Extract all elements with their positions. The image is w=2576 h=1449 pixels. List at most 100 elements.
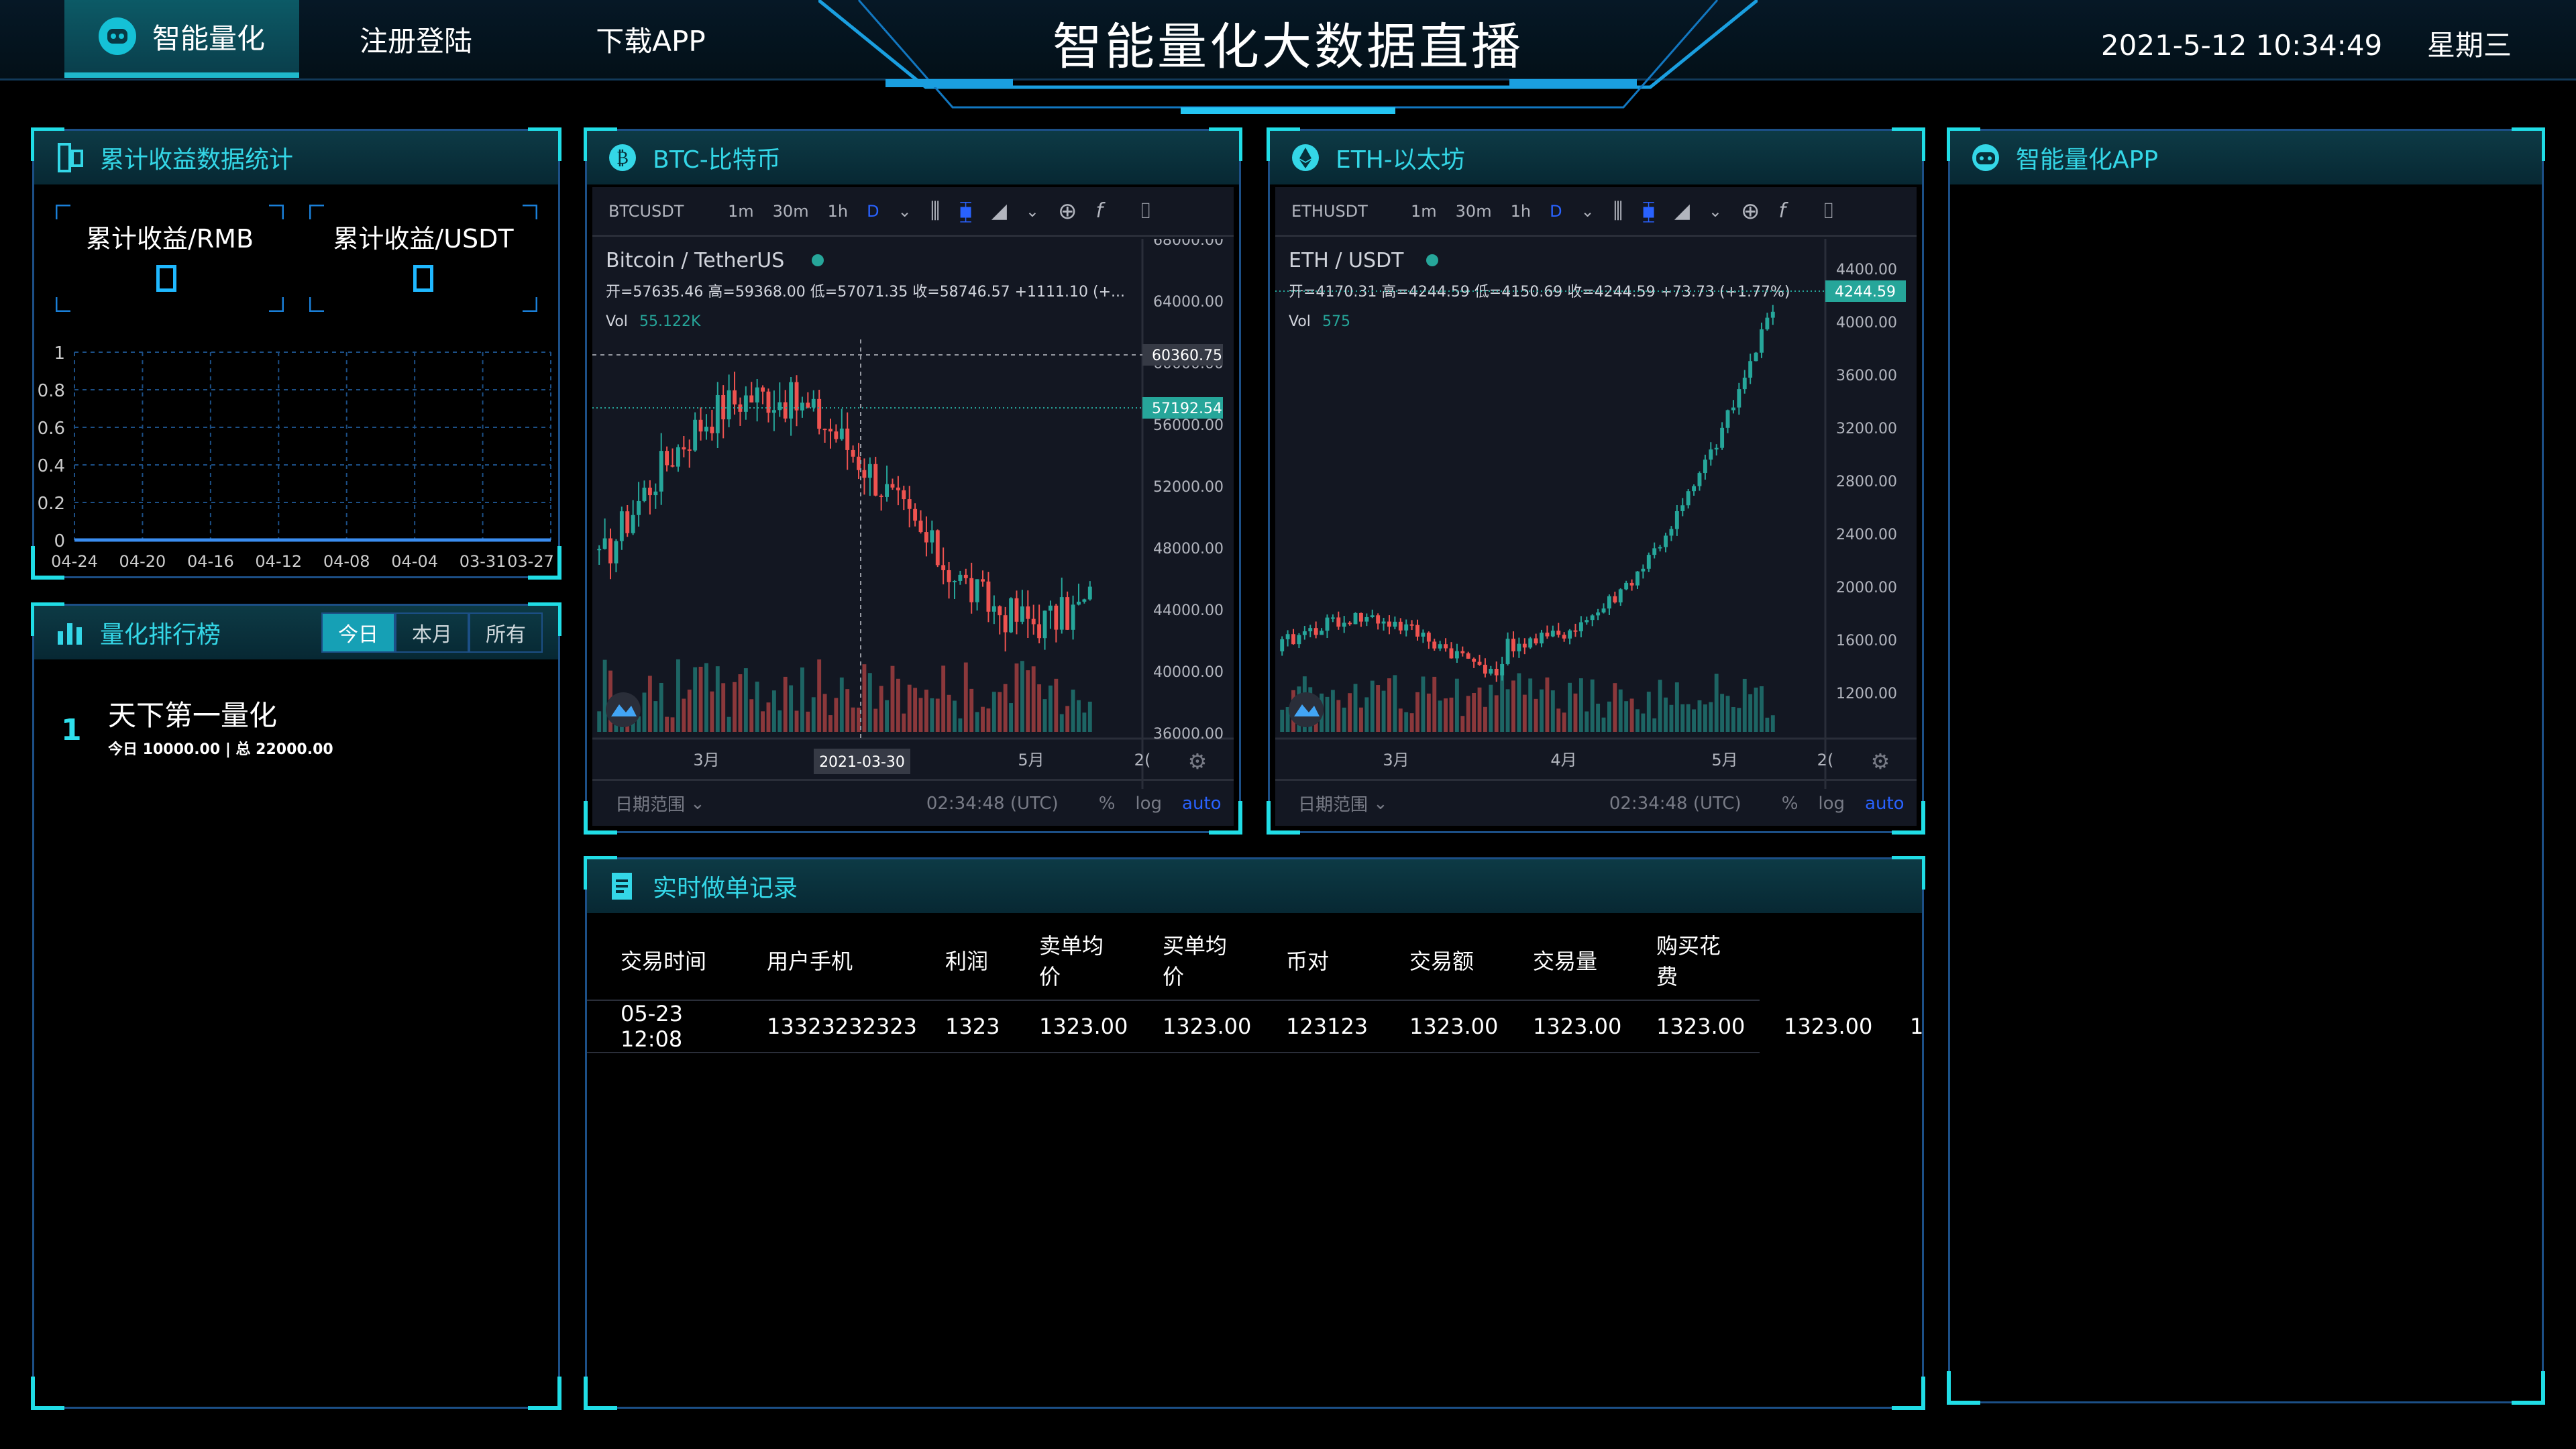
candle-body [958,574,963,581]
eth-interval-1h[interactable]: 1h [1511,202,1531,221]
volume-bar [1613,683,1617,732]
candle-body [839,428,844,439]
chevron-down-icon[interactable]: ⌄ [1709,202,1722,221]
gear-icon[interactable]: ⚙ [1188,749,1208,774]
camera-icon[interactable]: ⌷ [1822,198,1835,224]
btc-interval-d[interactable]: D [867,202,879,221]
eth-auto-toggle[interactable]: auto [1865,794,1904,814]
bar-style-icon[interactable]: ⫼ [930,198,941,224]
candle-body [1003,615,1008,633]
volume-bar [1082,712,1087,732]
volume-bar [749,699,754,732]
candle-body [733,390,737,405]
volume-bar [1421,676,1426,732]
btc-tradingview-widget[interactable]: BTCUSDT 1m 30m 1h D ⌄ ⫼ ⧯ ◢ ⌄ ⊕ f ⌷ 6800… [592,187,1234,826]
eth-panel-title: ETH-以太坊 [1336,146,1465,174]
eth-interval-d[interactable]: D [1550,202,1562,221]
btc-interval-30m[interactable]: 30m [773,202,809,221]
candle-body [687,449,692,451]
time-tick-label: 3月 [693,751,719,769]
bar-style-icon[interactable]: ⫼ [1613,198,1623,224]
volume-bar [991,692,996,732]
candle-body [1071,604,1075,630]
btc-interval-1m[interactable]: 1m [728,202,754,221]
candle-body [1607,596,1611,609]
eth-date-range[interactable]: 日期范围 [1298,791,1368,816]
volume-bar [953,700,957,732]
clock-weekday: 星期三 [2426,29,2512,62]
gear-icon[interactable]: ⚙ [1871,749,1890,774]
price-tick-label: 4000.00 [1836,315,1897,331]
eth-log-toggle[interactable]: log [1818,794,1845,814]
nav-tab-register[interactable]: 注册登陆 [315,0,517,78]
volume-bar [1454,678,1459,732]
btc-symbol[interactable]: BTCUSDT [608,202,709,221]
area-chart-icon[interactable]: ◢ [1674,199,1690,223]
candle-body [998,606,1002,616]
nav-tab-download[interactable]: 下载APP [550,0,751,78]
candle-body [1444,644,1448,649]
chevron-down-icon[interactable]: ⌄ [1373,794,1388,814]
volume-bar [1618,689,1623,732]
candle-body [743,395,748,412]
chevron-down-icon[interactable]: ⌄ [1581,202,1595,221]
volume-bar [811,697,816,732]
rank-list-item[interactable]: 1 天下第一量化 今日 10000.00 | 总 22000.00 [61,693,531,767]
volume-bar [710,691,714,732]
candle-body [981,579,985,582]
btc-percent-toggle[interactable]: % [1099,794,1116,814]
rank-tab-today[interactable]: 今日 [321,612,395,653]
volume-bar [721,683,726,732]
volume-bar [1573,693,1578,732]
volume-bar [1393,675,1397,732]
area-chart-icon[interactable]: ◢ [991,199,1007,223]
nav-tab-home[interactable]: 智能量化 [64,0,299,78]
plus-circle-icon[interactable]: ⊕ [1741,198,1760,225]
candle-body [1477,661,1482,665]
table-row[interactable]: 05-23 12:08 13323232323 1323 1323.00 132… [587,1000,1760,1053]
candle-body [1291,634,1295,645]
candle-body [1692,486,1697,492]
candles-icon[interactable]: ⧯ [1642,198,1655,224]
candles-icon[interactable]: ⧯ [959,198,972,224]
col-pair: 币对 [1286,948,1330,974]
plus-circle-icon[interactable]: ⊕ [1058,198,1077,225]
volume-bar [1748,694,1753,732]
candle-body [1494,668,1499,676]
volume-bar [1048,685,1053,732]
candle-body [766,391,771,413]
eth-interval-1m[interactable]: 1m [1411,202,1437,221]
indicators-icon[interactable]: f [1096,199,1104,223]
volume-bar [602,659,607,732]
candle-body [1646,555,1651,569]
candle-body [1302,631,1307,635]
eth-percent-toggle[interactable]: % [1782,794,1799,814]
chevron-down-icon[interactable]: ⌄ [1026,202,1039,221]
candle-body [1037,624,1042,639]
col-phone: 用户手机 [767,948,853,974]
volume-bar [885,700,890,732]
btc-interval-1h[interactable]: 1h [828,202,848,221]
candle-body [659,451,663,492]
candle-body [1308,628,1313,632]
candle-body [941,565,946,570]
chevron-down-icon[interactable]: ⌄ [898,202,912,221]
btc-date-range[interactable]: 日期范围 [615,791,685,816]
nav-tab-download-label: 下载APP [596,24,706,58]
eth-symbol[interactable]: ETHUSDT [1291,202,1392,221]
btc-auto-toggle[interactable]: auto [1182,794,1222,814]
rank-name: 天下第一量化 [108,699,278,732]
eth-bottom-bar: 日期范围 ⌄ 02:34:48 (UTC) % log auto [1275,779,1917,826]
eth-tradingview-widget[interactable]: ETHUSDT 1m 30m 1h D ⌄ ⫼ ⧯ ◢ ⌄ ⊕ f ⌷ 4400… [1275,187,1917,826]
btc-log-toggle[interactable]: log [1135,794,1162,814]
last-price-label: 57192.54 [1152,400,1222,417]
rank-tab-month[interactable]: 本月 [395,612,469,653]
chevron-down-icon[interactable]: ⌄ [690,794,705,814]
camera-icon[interactable]: ⌷ [1139,198,1152,224]
indicators-icon[interactable]: f [1779,199,1786,223]
candle-body [1754,352,1758,362]
eth-interval-30m[interactable]: 30m [1456,202,1492,221]
rank-tab-all[interactable]: 所有 [469,612,543,653]
volume-bar [693,667,698,732]
y-tick-label: 0.6 [38,419,65,439]
